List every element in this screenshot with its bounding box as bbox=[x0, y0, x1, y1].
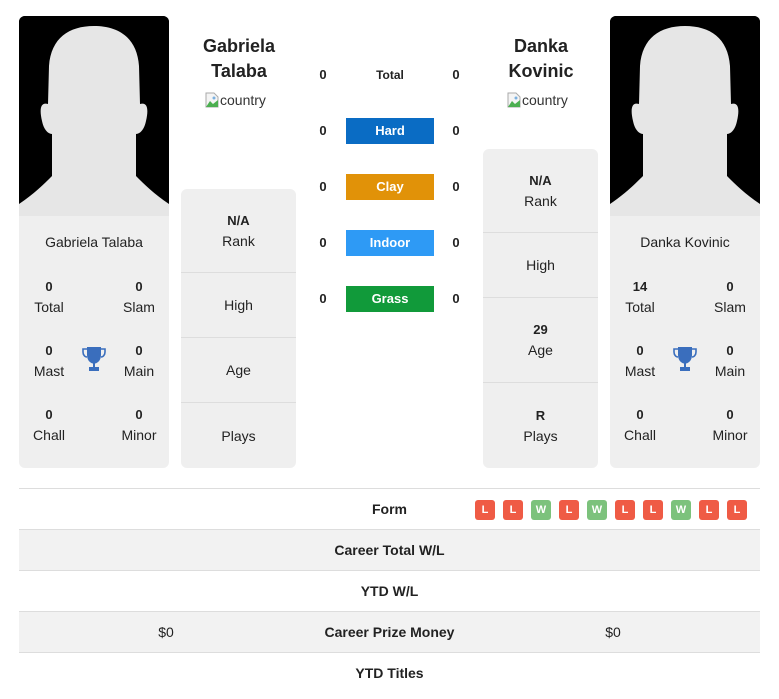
form-badge-loss[interactable]: L bbox=[727, 500, 747, 520]
player1-photo bbox=[19, 16, 169, 216]
player2-form: LLWLWLLWLL bbox=[475, 500, 747, 520]
player1-stat-mast: 0 Mast bbox=[33, 343, 65, 379]
player1-card-name: Gabriela Talaba bbox=[45, 234, 143, 250]
player2-plays: R Plays bbox=[523, 407, 558, 444]
player2-stat-minor: 0 Minor bbox=[712, 407, 748, 443]
player2-stat-slam: 0 Slam bbox=[714, 279, 746, 315]
silhouette-icon bbox=[19, 16, 169, 216]
form-badge-loss[interactable]: L bbox=[475, 500, 495, 520]
form-badge-loss[interactable]: L bbox=[559, 500, 579, 520]
silhouette-icon bbox=[610, 16, 760, 216]
surface-row-grass: 0 Grass 0 bbox=[310, 286, 470, 312]
surface-row-clay: 0 Clay 0 bbox=[310, 174, 470, 200]
player2-prize-money: $0 bbox=[605, 624, 621, 640]
form-badge-win[interactable]: W bbox=[671, 500, 691, 520]
player1-age: Age bbox=[181, 338, 296, 403]
surface-row-total: 0 Total 0 bbox=[310, 62, 470, 88]
trophy-icon bbox=[82, 347, 106, 371]
player2-stat-total: 14 Total bbox=[625, 279, 655, 315]
player2-country-flag: country bbox=[507, 92, 568, 108]
surface-badge-clay: Clay bbox=[346, 174, 434, 200]
surface-badge-grass: Grass bbox=[346, 286, 434, 312]
player1-plays: Plays bbox=[221, 427, 256, 444]
player1-info-box: N/A Rank High Age Plays bbox=[181, 189, 296, 468]
player2-stat-main: 0 Main bbox=[714, 343, 746, 379]
form-badge-win[interactable]: W bbox=[587, 500, 607, 520]
player2-stat-chall: 0 Chall bbox=[624, 407, 656, 443]
form-badge-loss[interactable]: L bbox=[699, 500, 719, 520]
form-badge-win[interactable]: W bbox=[531, 500, 551, 520]
player2-info-box: N/A Rank High 29 Age R Plays bbox=[483, 149, 598, 468]
player1-stat-total: 0 Total bbox=[34, 279, 64, 315]
player1-stat-slam: 0 Slam bbox=[123, 279, 155, 315]
comparison-table: Form LLWLWLLWLL Career Total W/L YTD W/L… bbox=[19, 488, 760, 694]
player1-stat-minor: 0 Minor bbox=[121, 407, 157, 443]
table-row-prize-money: $0 Career Prize Money $0 bbox=[19, 612, 760, 653]
player2-card: Danka Kovinic 14 Total 0 Slam 0 Mast 0 M… bbox=[610, 216, 760, 468]
player2-photo bbox=[610, 16, 760, 216]
player1-high: High bbox=[181, 273, 296, 338]
player1-name-link[interactable]: Gabriela Talaba bbox=[174, 34, 304, 84]
player2-age: 29 Age bbox=[483, 298, 598, 383]
player2-stat-mast: 0 Mast bbox=[624, 343, 656, 379]
broken-image-icon bbox=[507, 92, 521, 108]
form-badge-loss[interactable]: L bbox=[615, 500, 635, 520]
broken-image-icon bbox=[205, 92, 219, 108]
surface-badge-hard: Hard bbox=[346, 118, 434, 144]
trophy-icon bbox=[673, 347, 697, 371]
surface-label-total: Total bbox=[376, 68, 404, 82]
table-row-ytd-wl: YTD W/L bbox=[19, 571, 760, 612]
surface-row-hard: 0 Hard 0 bbox=[310, 118, 470, 144]
table-row-form: Form LLWLWLLWLL bbox=[19, 489, 760, 530]
player1-card: Gabriela Talaba 0 Total 0 Slam 0 Mast 0 … bbox=[19, 216, 169, 468]
player1-country-flag: country bbox=[205, 92, 266, 108]
player2-card-name: Danka Kovinic bbox=[640, 234, 730, 250]
form-badge-loss[interactable]: L bbox=[503, 500, 523, 520]
player2-name-link[interactable]: Danka Kovinic bbox=[476, 34, 606, 84]
player1-stat-chall: 0 Chall bbox=[33, 407, 65, 443]
player1-rank: N/A Rank bbox=[181, 189, 296, 273]
player1-stat-main: 0 Main bbox=[123, 343, 155, 379]
player2-rank: N/A Rank bbox=[483, 149, 598, 233]
player2-high: High bbox=[483, 233, 598, 298]
surface-row-indoor: 0 Indoor 0 bbox=[310, 230, 470, 256]
table-row-career-wl: Career Total W/L bbox=[19, 530, 760, 571]
surface-badge-indoor: Indoor bbox=[346, 230, 434, 256]
form-badge-loss[interactable]: L bbox=[643, 500, 663, 520]
table-row-ytd-titles: YTD Titles bbox=[355, 665, 424, 681]
